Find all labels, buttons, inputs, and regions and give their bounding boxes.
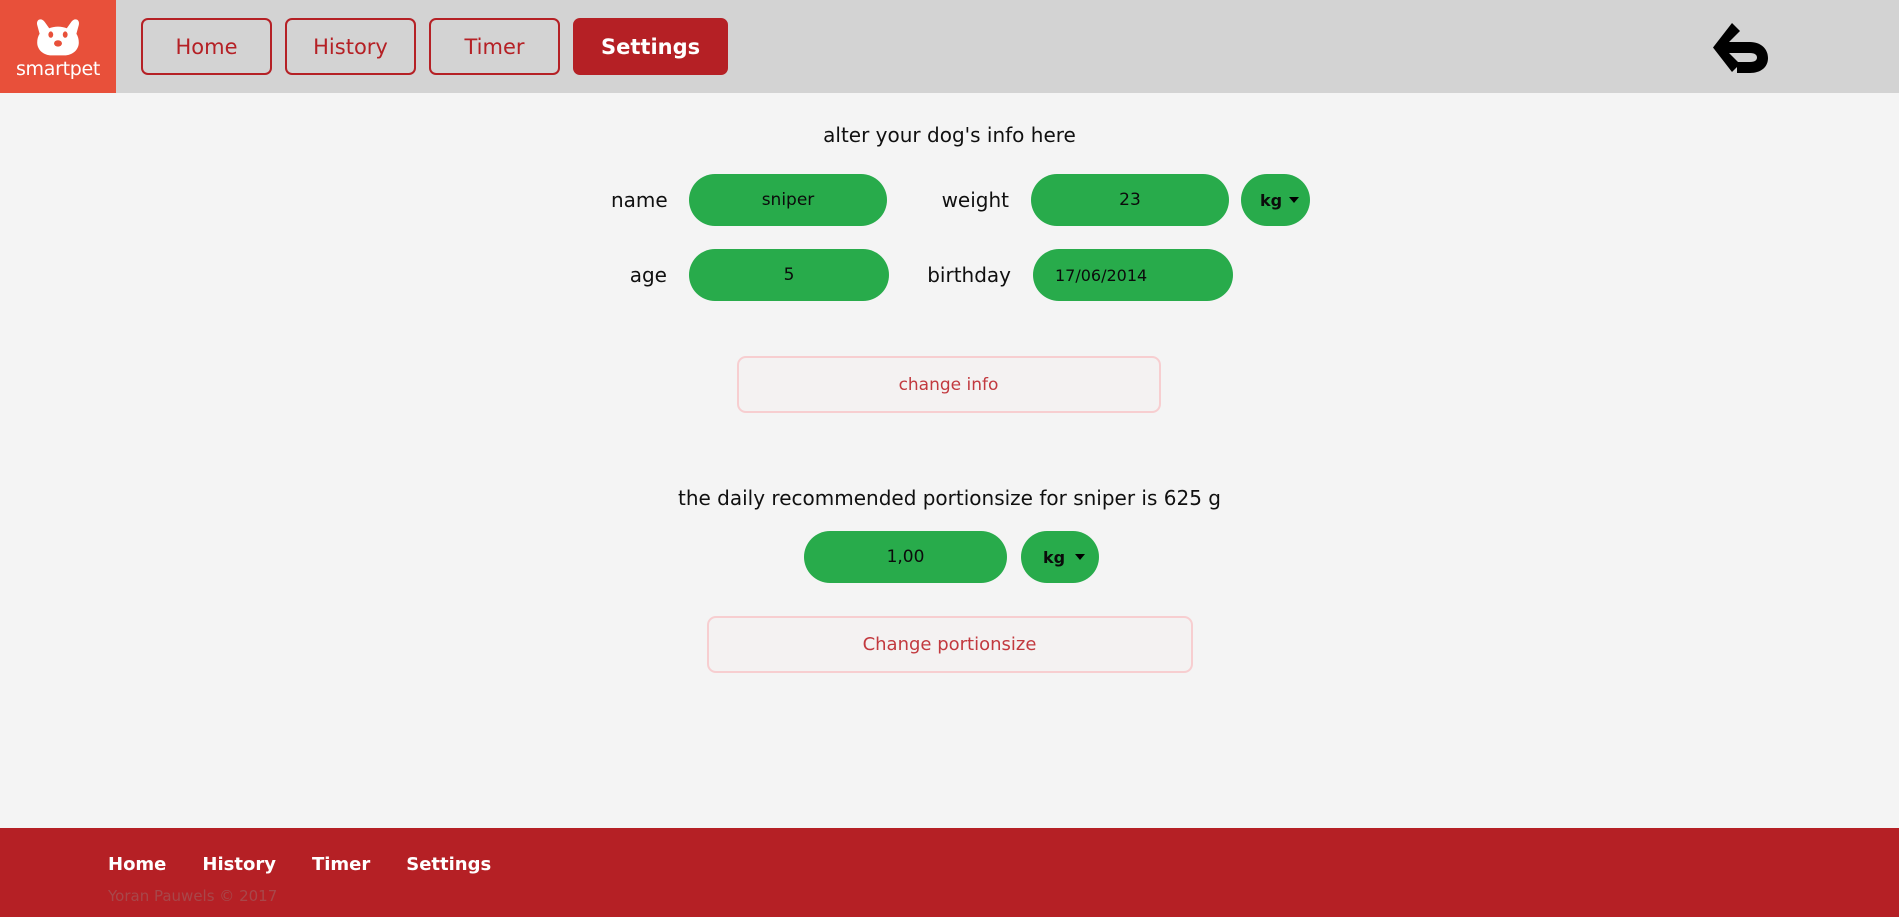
change-portionsize-button[interactable]: Change portionsize [706,616,1193,673]
portion-unit-value: kg [1043,547,1066,567]
chevron-down-icon [1075,554,1085,560]
footer-link-timer[interactable]: Timer [312,854,370,875]
back-arrow-icon[interactable] [1708,18,1774,76]
primary-nav: Home History Timer Settings [116,0,729,93]
change-info-button[interactable]: change info [736,356,1161,413]
age-input[interactable] [689,249,889,301]
weight-unit-value: kg [1260,190,1283,210]
copyright-text: Yoran Pauwels © 2017 [108,887,278,905]
portion-input-row: kg [804,531,1099,583]
weight-unit-select[interactable]: kg [1241,174,1310,226]
birthday-input[interactable] [1033,249,1233,301]
form-row-age-birthday: age birthday [0,244,1899,306]
portion-unit-select[interactable]: kg [1021,531,1099,583]
portionsize-input[interactable] [804,531,1007,583]
footer-link-home[interactable]: Home [108,854,166,875]
nav-item-timer[interactable]: Timer [429,18,560,75]
dog-face-icon [32,17,84,57]
form-row-name-weight: name weight kg [0,169,1899,231]
main-content: alter your dog's info here name weight k… [0,93,1899,828]
label-birthday: birthday [927,263,1011,287]
logo-home-link[interactable]: smartpet [0,0,116,93]
label-age: age [629,263,667,287]
footer-nav: Home History Timer Settings [108,854,1899,875]
footer-link-history[interactable]: History [202,854,276,875]
name-input[interactable] [689,174,887,226]
logo-wordmark: smartpet [15,58,101,80]
nav-item-home[interactable]: Home [141,18,272,75]
footer-link-settings[interactable]: Settings [406,854,491,875]
label-name: name [611,188,668,212]
weight-input[interactable] [1031,174,1229,226]
nav-item-settings[interactable]: Settings [573,18,729,75]
app-header: smartpet Home History Timer Settings [0,0,1899,93]
app-footer: Home History Timer Settings Yoran Pauwel… [0,828,1899,917]
chevron-down-icon [1289,197,1299,203]
portion-recommendation-text: the daily recommended portionsize for sn… [677,486,1221,510]
info-heading: alter your dog's info here [823,123,1076,147]
label-weight: weight [941,188,1009,212]
nav-item-history[interactable]: History [285,18,416,75]
